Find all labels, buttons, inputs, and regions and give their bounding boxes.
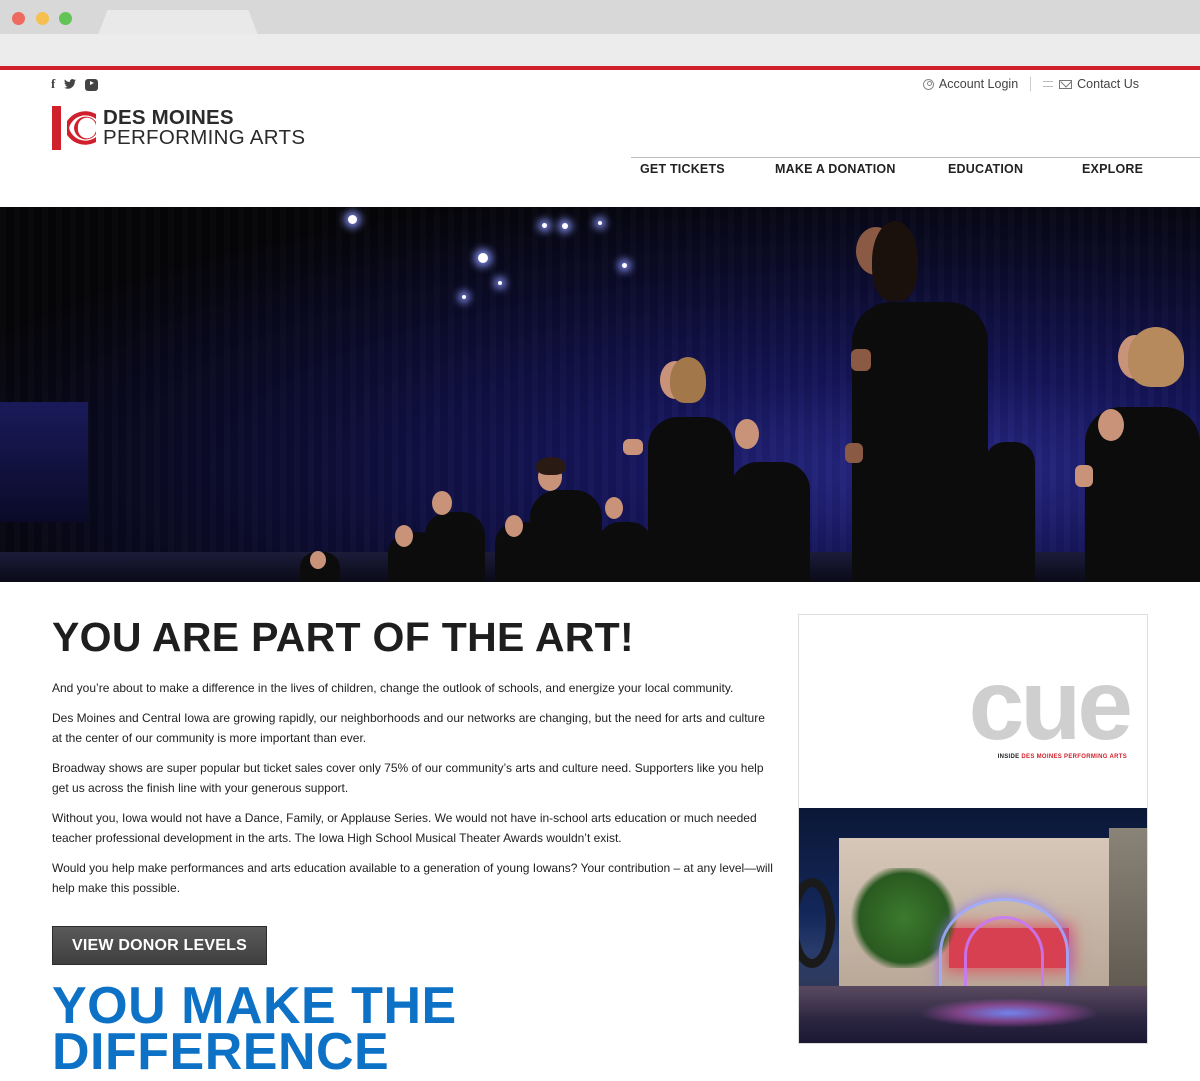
site-logo[interactable]: DES MOINES PERFORMING ARTS: [52, 106, 305, 150]
nav-get-tickets[interactable]: GET TICKETS: [640, 162, 725, 176]
secondary-headline: YOU MAKE THE DIFFERENCE: [52, 980, 777, 1081]
cue-subtitle-prefix: INSIDE: [997, 754, 1022, 760]
twitter-icon[interactable]: [64, 78, 77, 90]
stage-light: [562, 223, 568, 229]
performer-hair: [872, 221, 918, 301]
performer: [985, 442, 1035, 582]
account-login-link[interactable]: Account Login: [922, 77, 1019, 91]
fountain-reflection: [919, 998, 1099, 1028]
mail-motion-lines: [1043, 81, 1054, 87]
body-paragraph: And you’re about to make a difference in…: [52, 681, 734, 695]
performer-head: [310, 551, 326, 569]
stage-light: [622, 263, 627, 268]
performer-head: [735, 419, 759, 449]
performer-head: [432, 491, 452, 515]
performer: [425, 512, 485, 582]
utility-nav: Account Login Contact Us: [922, 77, 1139, 91]
site-top-accent-bar: [0, 66, 1200, 70]
performer-head: [395, 525, 413, 547]
nav-make-a-donation[interactable]: MAKE A DONATION: [775, 162, 896, 176]
fountain-arc: [964, 916, 1044, 996]
account-login-label: Account Login: [938, 77, 1019, 91]
nav-education[interactable]: EDUCATION: [948, 162, 1023, 176]
performer: [648, 417, 734, 582]
social-links: f: [51, 76, 99, 91]
sculpture: [799, 878, 835, 968]
performer-hand: [851, 349, 871, 371]
performer: [598, 522, 652, 582]
nav-explore[interactable]: EXPLORE: [1082, 162, 1143, 176]
secondary-headline-line-2: DIFFERENCE: [52, 1023, 390, 1081]
cue-cover-photo: [799, 808, 1147, 1043]
cue-subtitle-brand: DES MOINES PERFORMING ARTS: [1021, 754, 1127, 760]
mail-icon: [1059, 79, 1073, 89]
browser-chrome: [0, 0, 1200, 70]
youtube-icon[interactable]: [85, 78, 99, 91]
stage-light: [348, 215, 357, 224]
performer-hand: [845, 443, 863, 463]
contact-us-link[interactable]: Contact Us: [1043, 77, 1139, 91]
performer-head: [1098, 409, 1124, 441]
stage-light: [462, 295, 466, 299]
user-icon: [922, 78, 934, 90]
performer-hair: [1128, 327, 1184, 387]
performer: [730, 462, 810, 582]
close-window-button[interactable]: [12, 12, 25, 25]
logo-line-2: PERFORMING ARTS: [103, 126, 306, 149]
body-paragraph: Without you, Iowa would not have a Dance…: [52, 811, 757, 845]
logo-line-1: DES MOINES: [103, 106, 234, 129]
browser-toolbar: [0, 34, 1200, 66]
logo-mark-icon: [52, 106, 96, 150]
main-content: YOU ARE PART OF THE ART! And you’re abou…: [52, 614, 777, 1081]
facebook-icon[interactable]: f: [51, 76, 55, 91]
body-paragraph: Broadway shows are super popular but tic…: [52, 761, 764, 795]
stage-video-screen: [0, 402, 88, 522]
performer: [852, 302, 988, 582]
browser-tab[interactable]: [98, 10, 258, 35]
hero-image: [0, 207, 1200, 582]
cue-magazine-cover[interactable]: cue INSIDE DES MOINES PERFORMING ARTS: [798, 614, 1148, 1044]
stage-light: [542, 223, 547, 228]
cue-subtitle: INSIDE DES MOINES PERFORMING ARTS: [998, 754, 1127, 760]
performer: [530, 490, 602, 582]
view-donor-levels-button[interactable]: VIEW DONOR LEVELS: [52, 926, 267, 965]
cue-title: cue: [968, 649, 1133, 761]
performer-head: [605, 497, 623, 519]
page-headline: YOU ARE PART OF THE ART!: [52, 614, 634, 660]
performer-hair: [670, 357, 706, 403]
performer-hand: [623, 439, 643, 455]
main-nav: GET TICKETS MAKE A DONATION EDUCATION EX…: [631, 157, 1200, 187]
body-paragraph: Des Moines and Central Iowa are growing …: [52, 711, 765, 745]
contact-us-label: Contact Us: [1077, 77, 1139, 91]
performer-hand: [1075, 465, 1093, 487]
minimize-window-button[interactable]: [36, 12, 49, 25]
stage-light: [498, 281, 502, 285]
stage-light: [598, 221, 602, 225]
performer-hair: [536, 457, 566, 475]
performer-head: [505, 515, 523, 537]
maximize-window-button[interactable]: [59, 12, 72, 25]
logo-wordmark: DES MOINES PERFORMING ARTS: [103, 106, 306, 149]
utility-divider: [1030, 77, 1032, 91]
body-paragraph: Would you help make performances and art…: [52, 861, 773, 895]
stage-light: [478, 253, 488, 263]
office-tower: [1109, 828, 1147, 998]
